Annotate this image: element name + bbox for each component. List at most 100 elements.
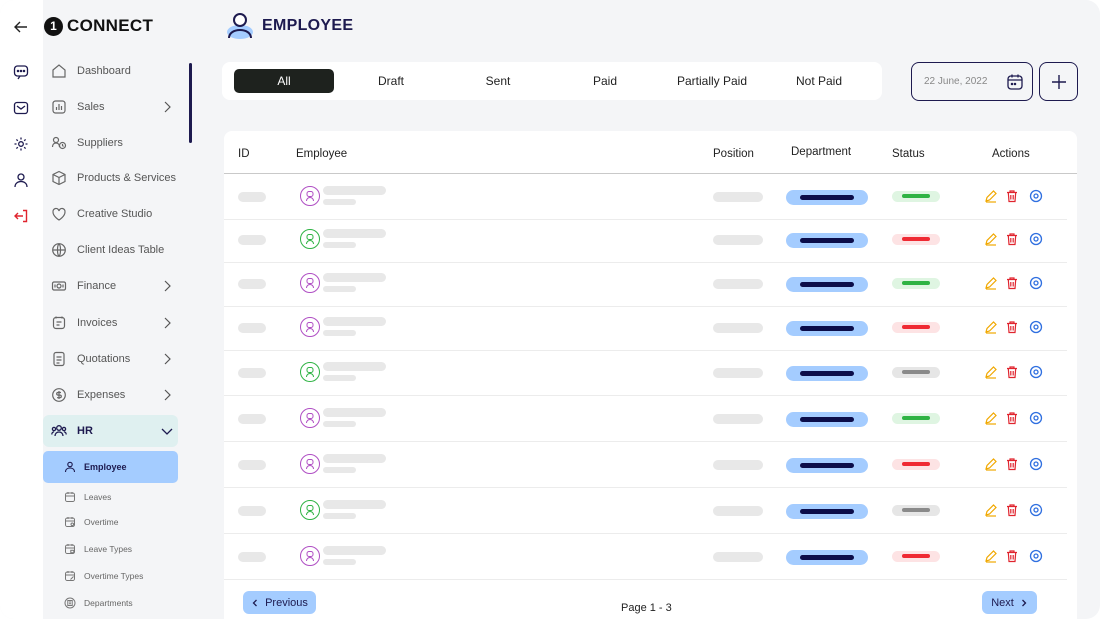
column-header-department[interactable]: Department	[791, 146, 851, 158]
sidebar-subitem-departments[interactable]: Departments	[43, 590, 178, 616]
edit-button[interactable]	[983, 410, 999, 426]
sidebar-subitem-employee[interactable]: Employee	[43, 451, 178, 483]
home-icon	[49, 61, 69, 81]
brand-name: CONNECT	[67, 16, 154, 35]
delete-button[interactable]	[1004, 319, 1020, 335]
position-placeholder	[713, 235, 763, 245]
table-row[interactable]	[224, 442, 1077, 488]
chevron-right-icon	[164, 317, 171, 329]
edit-button[interactable]	[983, 188, 999, 204]
sidebar-scrollbar[interactable]	[189, 63, 192, 143]
chevron-right-icon	[164, 389, 171, 401]
tab-sent[interactable]: Sent	[448, 69, 548, 93]
employee-subtitle-placeholder	[323, 375, 356, 381]
status-badge	[892, 505, 940, 516]
edit-button[interactable]	[983, 275, 999, 291]
trash-icon	[1007, 504, 1017, 517]
delete-button[interactable]	[1004, 456, 1020, 472]
edit-button[interactable]	[983, 502, 999, 518]
settings-gear-icon[interactable]	[12, 135, 30, 153]
brand-logo: 1	[44, 16, 63, 36]
column-header-id[interactable]: ID	[238, 148, 250, 160]
sidebar-subitem-leaves[interactable]: Leaves	[43, 484, 178, 510]
delete-button[interactable]	[1004, 502, 1020, 518]
date-picker[interactable]: 22 June, 2022	[911, 62, 1033, 101]
sidebar-item-finance[interactable]: Finance	[43, 270, 178, 302]
view-button[interactable]	[1028, 188, 1044, 204]
person-icon	[306, 191, 314, 202]
id-placeholder	[238, 368, 266, 378]
column-header-employee[interactable]: Employee	[296, 148, 347, 160]
sidebar-item-products-services[interactable]: Products & Services	[43, 162, 178, 194]
previous-page-button[interactable]: Previous	[243, 591, 316, 614]
view-button[interactable]	[1028, 410, 1044, 426]
suppliers-icon	[49, 133, 69, 153]
logout-icon[interactable]	[12, 207, 30, 225]
next-page-button[interactable]: Next	[982, 591, 1037, 614]
sidebar-item-suppliers[interactable]: Suppliers	[43, 127, 178, 159]
view-button[interactable]	[1028, 548, 1044, 564]
chat-icon[interactable]	[12, 63, 30, 81]
sidebar-subitem-label: Overtime Types	[84, 571, 144, 581]
table-row[interactable]	[224, 261, 1077, 307]
tab-all[interactable]: All	[234, 69, 334, 93]
table-row[interactable]	[224, 174, 1077, 220]
inbox-icon[interactable]	[12, 99, 30, 117]
box-icon	[49, 168, 69, 188]
delete-button[interactable]	[1004, 364, 1020, 380]
table-row[interactable]	[224, 305, 1077, 351]
view-button[interactable]	[1028, 231, 1044, 247]
edit-button[interactable]	[983, 456, 999, 472]
profile-user-icon[interactable]	[12, 171, 30, 189]
status-filter-tabs: All Draft Sent Paid Partially Paid Not P…	[222, 62, 882, 100]
sidebar-subitem-overtime-types[interactable]: Overtime Types	[43, 563, 178, 589]
sidebar-item-creative-studio[interactable]: Creative Studio	[43, 198, 178, 230]
status-badge	[892, 459, 940, 470]
view-button[interactable]	[1028, 456, 1044, 472]
sidebar-subitem-overtime[interactable]: Overtime	[43, 509, 178, 535]
sidebar-item-dashboard[interactable]: Dashboard	[43, 55, 178, 87]
view-button[interactable]	[1028, 502, 1044, 518]
employee-name-placeholder	[323, 500, 386, 509]
delete-button[interactable]	[1004, 188, 1020, 204]
view-button[interactable]	[1028, 364, 1044, 380]
person-icon	[306, 551, 314, 562]
delete-button[interactable]	[1004, 275, 1020, 291]
table-row[interactable]	[224, 396, 1077, 442]
sidebar-item-expenses[interactable]: Expenses	[43, 379, 178, 411]
tab-draft[interactable]: Draft	[341, 69, 441, 93]
table-row[interactable]	[224, 488, 1077, 534]
view-button[interactable]	[1028, 275, 1044, 291]
sidebar-item-quotations[interactable]: Quotations	[43, 343, 178, 375]
edit-button[interactable]	[983, 231, 999, 247]
edit-button[interactable]	[983, 548, 999, 564]
view-button[interactable]	[1028, 319, 1044, 335]
back-arrow-icon[interactable]	[12, 18, 30, 36]
employee-subtitle-placeholder	[323, 330, 356, 336]
tab-partially-paid[interactable]: Partially Paid	[662, 69, 762, 93]
tab-not-paid[interactable]: Not Paid	[769, 69, 869, 93]
employee-name-placeholder	[323, 229, 386, 238]
table-row[interactable]	[224, 534, 1077, 580]
delete-button[interactable]	[1004, 410, 1020, 426]
id-placeholder	[238, 460, 266, 470]
edit-button[interactable]	[983, 364, 999, 380]
tab-paid[interactable]: Paid	[555, 69, 655, 93]
column-header-status[interactable]: Status	[892, 148, 925, 160]
document-icon	[49, 349, 69, 369]
sidebar-item-hr[interactable]: HR	[43, 415, 178, 447]
sidebar-subitem-leave-types[interactable]: Leave Types	[43, 536, 178, 562]
edit-button[interactable]	[983, 319, 999, 335]
column-header-position[interactable]: Position	[713, 148, 754, 160]
id-placeholder	[238, 323, 266, 333]
delete-button[interactable]	[1004, 231, 1020, 247]
table-row[interactable]	[224, 350, 1077, 396]
delete-button[interactable]	[1004, 548, 1020, 564]
add-employee-button[interactable]	[1039, 62, 1078, 101]
table-row[interactable]	[224, 217, 1077, 263]
department-badge	[786, 233, 868, 248]
sidebar-item-sales[interactable]: Sales	[43, 91, 178, 123]
sidebar-item-client-ideas-table[interactable]: Client Ideas Table	[43, 234, 178, 266]
calendar-icon	[63, 490, 77, 504]
sidebar-item-invoices[interactable]: Invoices	[43, 307, 178, 339]
